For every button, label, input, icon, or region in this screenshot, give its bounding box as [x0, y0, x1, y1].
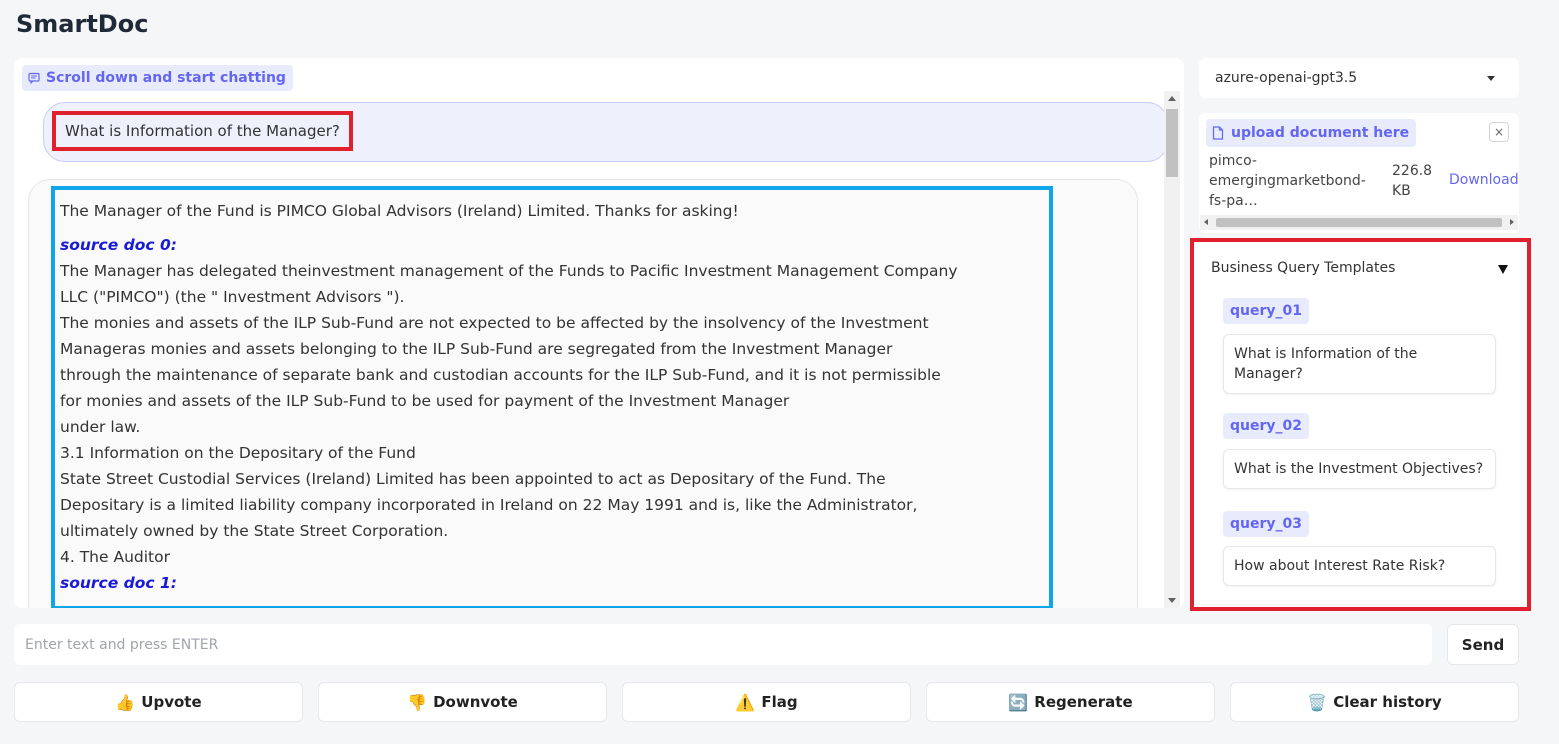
chat-icon	[28, 72, 40, 84]
action-label: Flag	[761, 693, 798, 711]
bot-message-line: through the maintenance of separate bank…	[60, 366, 941, 384]
query-label: query_02	[1223, 413, 1309, 439]
action-label: Downvote	[433, 693, 518, 711]
bot-message-line: The Manager of the Fund is PIMCO Global …	[60, 202, 739, 220]
chatbot-label: Scroll down and start chatting	[22, 65, 293, 91]
action-label: Clear history	[1333, 693, 1442, 711]
file-name: pimco-emergingmarketbond-fs-pa…	[1209, 153, 1366, 209]
dropdown-arrow-icon	[1487, 76, 1495, 81]
message-input[interactable]	[14, 624, 1432, 665]
file-icon	[1212, 126, 1224, 140]
query-template-card[interactable]: What is the Investment Objectives?	[1223, 449, 1496, 489]
upload-panel: upload document here × pimco-emergingmar…	[1199, 113, 1519, 233]
action-label: Upvote	[141, 693, 202, 711]
action-label: Regenerate	[1034, 693, 1133, 711]
bot-message-line: The Manager has delegated theinvestment …	[60, 262, 958, 280]
app-title: SmartDoc	[16, 10, 149, 38]
bot-message-content: The Manager of the Fund is PIMCO Global …	[51, 186, 1053, 608]
upload-label[interactable]: upload document here	[1206, 119, 1417, 147]
query-label: query_01	[1223, 298, 1309, 324]
trash-icon: 🗑️	[1307, 692, 1328, 712]
chat-scrollbar[interactable]	[1164, 91, 1180, 608]
bot-message-line: for monies and assets of the ILP Sub-Fun…	[60, 392, 790, 410]
query-template-card[interactable]: What is Information of the Manager?	[1223, 334, 1496, 394]
refresh-icon: 🔄	[1008, 692, 1029, 712]
bot-message-line: 3.1 Information on the Depositary of the…	[60, 444, 416, 462]
user-message: What is Information of the Manager?	[43, 102, 1169, 162]
model-select[interactable]: azure-openai-gpt3.5	[1199, 58, 1519, 98]
regenerate-button[interactable]: 🔄 Regenerate	[926, 682, 1215, 722]
send-button[interactable]: Send	[1447, 624, 1519, 665]
bot-message-line: State Street Custodial Services (Ireland…	[60, 470, 886, 488]
scroll-left-icon[interactable]	[1204, 219, 1208, 225]
file-size: 226.8 KB	[1392, 163, 1433, 199]
downvote-button[interactable]: 👎 Downvote	[318, 682, 607, 722]
upvote-button[interactable]: 👍 Upvote	[14, 682, 303, 722]
bot-message-line: LLC ("PIMCO") (the " Investment Advisors…	[60, 288, 405, 306]
scroll-right-icon[interactable]	[1510, 219, 1514, 225]
bot-message-line: under law.	[60, 418, 141, 436]
source-doc-label: source doc 0:	[60, 236, 177, 254]
clear-history-button[interactable]: 🗑️ Clear history	[1230, 682, 1519, 722]
upload-label-text: upload document here	[1231, 125, 1410, 141]
warning-icon: ⚠️	[735, 692, 756, 712]
query-templates-panel: Business Query Templates query_01 What is…	[1190, 238, 1531, 611]
download-link[interactable]: Download	[1449, 172, 1519, 188]
upload-hscroll-thumb[interactable]	[1216, 218, 1502, 227]
thumbs-up-icon: 👍	[115, 692, 136, 712]
templates-title[interactable]: Business Query Templates	[1211, 260, 1395, 276]
thumbs-down-icon: 👎	[407, 692, 428, 712]
bot-message-line: 4. The Auditor	[60, 548, 170, 566]
source-doc-label: source doc 1:	[60, 574, 177, 592]
flag-button[interactable]: ⚠️ Flag	[622, 682, 911, 722]
query-label: query_03	[1223, 511, 1309, 537]
bot-message-line: The monies and assets of the ILP Sub-Fun…	[60, 314, 929, 332]
bot-message-line: Depositary is a limited liability compan…	[60, 496, 918, 514]
query-template-card[interactable]: How about Interest Rate Risk?	[1223, 546, 1496, 586]
scroll-up-icon[interactable]	[1168, 96, 1176, 101]
chat-scroll-thumb[interactable]	[1166, 109, 1178, 177]
chat-panel: Scroll down and start chatting What is I…	[14, 58, 1184, 608]
model-select-value: azure-openai-gpt3.5	[1215, 70, 1358, 86]
chatbot-label-text: Scroll down and start chatting	[46, 70, 286, 86]
upload-hscrollbar[interactable]	[1200, 215, 1518, 230]
user-message-text: What is Information of the Manager?	[52, 111, 353, 151]
scroll-down-icon[interactable]	[1168, 598, 1176, 603]
close-icon[interactable]: ×	[1489, 122, 1509, 142]
collapse-caret-icon[interactable]	[1498, 265, 1508, 274]
bot-message-line: ultimately owned by the State Street Cor…	[60, 522, 449, 540]
bot-message-line: Manageras monies and assets belonging to…	[60, 340, 893, 358]
